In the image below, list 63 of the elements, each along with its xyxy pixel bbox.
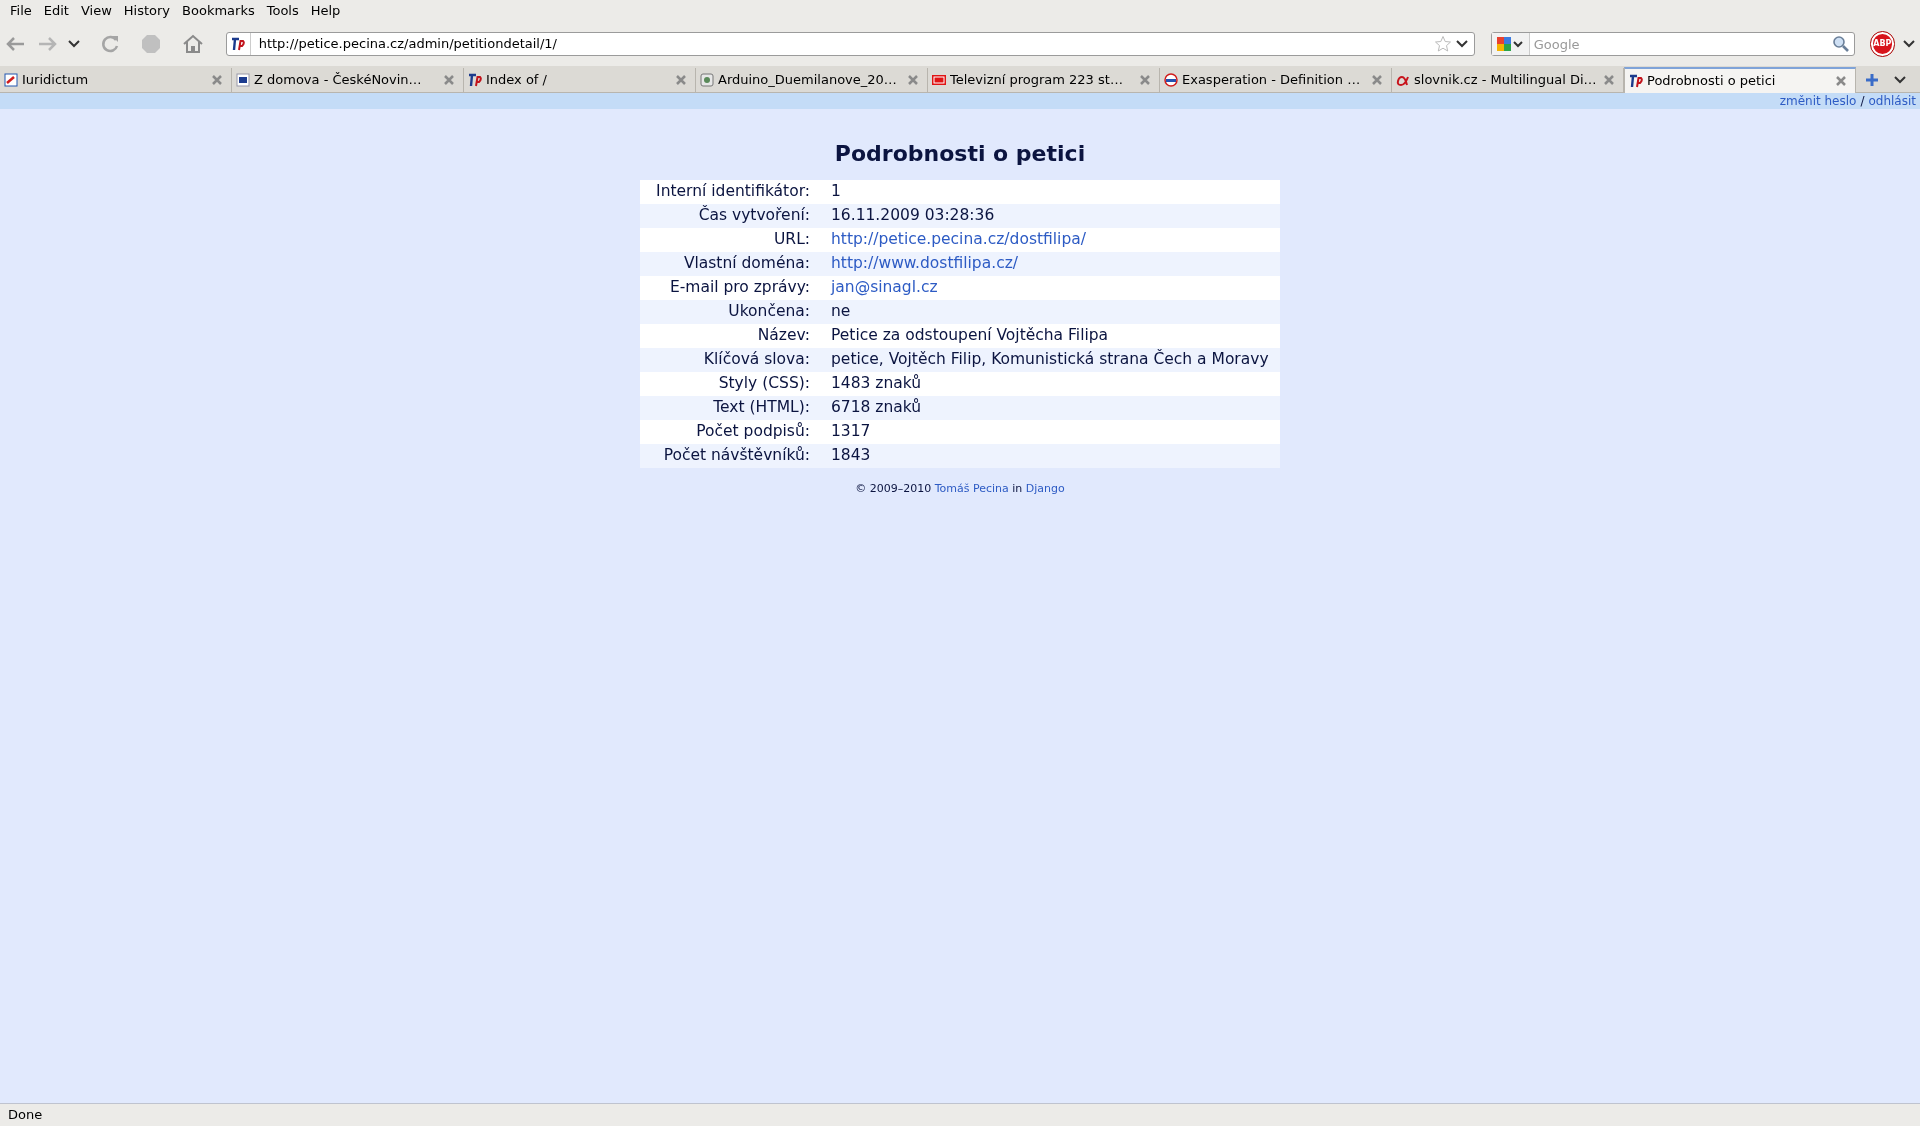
close-icon[interactable] <box>211 74 223 86</box>
field-label: Interní identifikátor: <box>655 181 810 203</box>
close-icon[interactable] <box>1603 74 1615 86</box>
site-icon <box>1164 73 1178 87</box>
menu-item[interactable]: View <box>74 0 118 23</box>
field-label: URL: <box>773 229 810 251</box>
field-value: petice, Vojtěch Filip, Komunistická strana Čech a Moravy <box>831 348 1269 371</box>
field-value: 6718 znaků <box>831 397 922 419</box>
search-field[interactable]: Google <box>1529 33 1832 55</box>
field-label: Počet podpisů: <box>695 421 810 443</box>
footer-text: © 2009–2010 Tomáš Pecina in Django <box>855 481 1065 497</box>
field-label: Text (HTML): <box>712 397 810 419</box>
field-label: E-mail pro zprávy: <box>668 277 810 299</box>
menu-item[interactable]: Help <box>304 0 347 23</box>
close-icon[interactable] <box>1371 74 1383 86</box>
menu-item[interactable]: Edit <box>37 0 75 23</box>
adblock-button[interactable]: ABP <box>1870 32 1895 56</box>
user-link[interactable]: změnit heslo <box>1779 92 1857 110</box>
menu-item[interactable]: Bookmarks <box>176 0 261 23</box>
field-label: Čas vytvoření: <box>697 204 810 227</box>
field-label: Styly (CSS): <box>717 373 810 395</box>
field-label: Počet návštěvníků: <box>662 445 810 467</box>
value-link[interactable]: http://www.dostfilipa.cz/ <box>831 252 1018 276</box>
close-icon[interactable] <box>675 74 687 86</box>
menu-item[interactable]: History <box>117 0 177 23</box>
menu-item[interactable]: File <box>4 0 38 23</box>
site-icon <box>700 73 714 87</box>
separator-text: / <box>1859 93 1866 110</box>
close-icon[interactable] <box>907 74 919 86</box>
field-value: 1 <box>831 181 841 203</box>
status-text: Done <box>8 1106 43 1125</box>
site-icon <box>468 73 482 87</box>
field-label: Ukončena: <box>727 301 810 323</box>
site-icon <box>236 73 250 87</box>
field-label: Název: <box>756 325 810 347</box>
user-link[interactable]: odhlásit <box>1868 92 1916 110</box>
site-icon <box>932 73 946 87</box>
field-value: 1483 znaků <box>831 373 922 395</box>
field-value: 1317 <box>831 421 871 443</box>
site-icon <box>1396 73 1410 87</box>
field-label: Klíčová slova: <box>702 349 810 371</box>
close-icon[interactable] <box>1139 74 1151 86</box>
search-engine-icon[interactable] <box>1491 33 1530 55</box>
site-icon <box>1629 74 1643 88</box>
value-link[interactable]: jan@sinagl.cz <box>831 276 938 300</box>
close-icon[interactable] <box>443 74 455 86</box>
field-value: Petice za odstoupení Vojtěcha Filipa <box>831 325 1109 347</box>
field-value: ne <box>831 301 851 323</box>
django-link[interactable]: Django <box>1025 482 1065 495</box>
field-value: 16.11.2009 03:28:36 <box>831 205 995 227</box>
author-link[interactable]: Tomáš Pecina <box>934 482 1009 495</box>
close-icon[interactable] <box>1835 75 1847 87</box>
search-icon[interactable] <box>1831 35 1850 53</box>
site-icon <box>4 73 18 87</box>
star-icon[interactable] <box>1433 35 1452 53</box>
address-bar[interactable]: http://petice.pecina.cz/admin/petitiondetail/1/ <box>225 32 1475 56</box>
value-link[interactable]: http://petice.pecina.cz/dostfilipa/ <box>831 228 1086 252</box>
page-title: Podrobnosti o petici <box>834 140 1086 168</box>
search-box[interactable]: Google <box>1490 32 1855 56</box>
field-value: 1843 <box>831 445 871 467</box>
menu-item[interactable]: Tools <box>260 0 305 23</box>
browser-tab[interactable]: Podrobnosti o petici <box>1624 67 1856 93</box>
field-label: Vlastní doména: <box>682 253 810 275</box>
